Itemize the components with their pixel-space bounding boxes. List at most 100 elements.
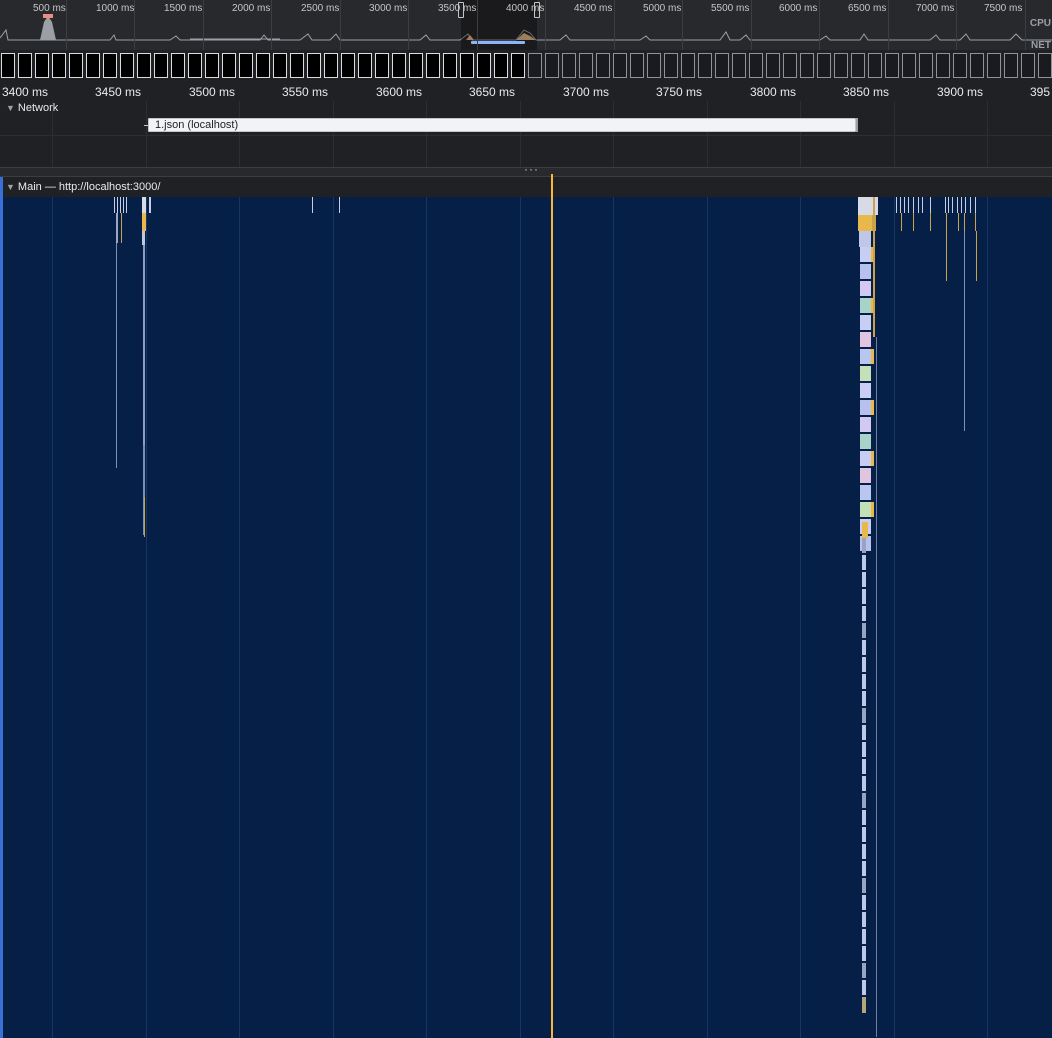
filmstrip-frame[interactable] [375, 53, 389, 78]
filmstrip-frame[interactable] [545, 53, 559, 78]
flame-entry[interactable] [123, 197, 124, 213]
main-flame-chart[interactable] [0, 197, 1052, 1038]
flame-entry[interactable] [948, 197, 949, 213]
filmstrip-frame[interactable] [698, 53, 712, 78]
filmstrip-frame[interactable] [885, 53, 899, 78]
flame-entry[interactable] [862, 810, 866, 825]
flame-entry[interactable] [918, 197, 919, 213]
flame-entry[interactable] [862, 963, 866, 978]
filmstrip-frame[interactable] [341, 53, 355, 78]
filmstrip-frame[interactable] [1038, 53, 1052, 78]
filmstrip-frame[interactable] [52, 53, 66, 78]
filmstrip-frame[interactable] [834, 53, 848, 78]
flame-entry[interactable] [339, 197, 340, 213]
filmstrip-frame[interactable] [18, 53, 32, 78]
flame-entry[interactable] [862, 572, 866, 587]
flame-entry[interactable] [117, 197, 118, 213]
flame-entry[interactable] [964, 213, 965, 231]
filmstrip-frame[interactable] [239, 53, 253, 78]
flame-entry[interactable] [120, 197, 121, 213]
flame-entry[interactable] [860, 332, 871, 347]
filmstrip-frame[interactable] [749, 53, 763, 78]
flame-entry[interactable] [862, 827, 866, 842]
flame-entry[interactable] [976, 231, 977, 281]
filmstrip-frame[interactable] [460, 53, 474, 78]
filmstrip-frame[interactable] [1, 53, 15, 78]
flame-entry[interactable] [862, 522, 868, 538]
network-request-bar[interactable]: 1.json (localhost) [148, 118, 856, 132]
filmstrip-frame[interactable] [664, 53, 678, 78]
filmstrip-frame[interactable] [290, 53, 304, 78]
flame-entry[interactable] [860, 451, 871, 466]
flame-entry[interactable] [860, 264, 871, 279]
flame-entry[interactable] [862, 793, 866, 808]
flame-entry[interactable] [871, 349, 874, 364]
flame-entry[interactable] [862, 980, 866, 995]
flame-entry[interactable] [144, 497, 145, 537]
filmstrip-frame[interactable] [443, 53, 457, 78]
flame-entry[interactable] [970, 197, 971, 213]
flame-entry[interactable] [862, 657, 866, 672]
filmstrip-frame[interactable] [511, 53, 525, 78]
flame-entry[interactable] [860, 383, 871, 398]
flame-entry[interactable] [862, 861, 866, 876]
flame-entry[interactable] [871, 502, 874, 517]
filmstrip-frame[interactable] [392, 53, 406, 78]
flame-entry[interactable] [312, 197, 313, 213]
flame-entry[interactable] [862, 776, 866, 791]
filmstrip-frame[interactable] [256, 53, 270, 78]
filmstrip-frame[interactable] [732, 53, 746, 78]
filmstrip-frame[interactable] [647, 53, 661, 78]
flame-entry[interactable] [862, 878, 866, 893]
filmstrip-frame[interactable] [681, 53, 695, 78]
filmstrip-frame[interactable] [970, 53, 984, 78]
flame-entry[interactable] [860, 247, 871, 262]
filmstrip-frame[interactable] [137, 53, 151, 78]
filmstrip-frame[interactable] [477, 53, 491, 78]
flame-entry[interactable] [862, 623, 866, 638]
flame-entry[interactable] [860, 434, 871, 449]
flame-entry[interactable] [930, 197, 931, 213]
flame-entry[interactable] [957, 197, 958, 213]
flame-entry[interactable] [126, 197, 127, 213]
flame-entry[interactable] [142, 231, 145, 245]
flame-entry[interactable] [116, 213, 118, 243]
collapse-triangle-icon[interactable]: ▼ [6, 103, 15, 113]
flame-entry[interactable] [860, 417, 871, 432]
flame-entry[interactable] [860, 502, 871, 517]
flame-entry[interactable] [964, 231, 965, 431]
filmstrip-frame[interactable] [307, 53, 321, 78]
flame-entry[interactable] [958, 213, 959, 231]
filmstrip-frame[interactable] [426, 53, 440, 78]
flame-entry[interactable] [975, 213, 976, 231]
flame-entry[interactable] [873, 197, 875, 337]
flame-entry[interactable] [862, 589, 866, 604]
flame-entry[interactable] [945, 197, 946, 213]
filmstrip-frame[interactable] [613, 53, 627, 78]
filmstrip-frame[interactable] [1004, 53, 1018, 78]
filmstrip-frame[interactable] [528, 53, 542, 78]
main-thread-header[interactable]: ▼ Main — http://localhost:3000/ [0, 177, 1052, 197]
filmstrip-frame[interactable] [766, 53, 780, 78]
flame-entry[interactable] [871, 451, 874, 466]
flame-entry[interactable] [904, 197, 905, 213]
filmstrip-frame[interactable] [86, 53, 100, 78]
flame-entry[interactable] [900, 197, 901, 213]
flame-entry[interactable] [862, 640, 866, 655]
filmstrip-frame[interactable] [409, 53, 423, 78]
filmstrip-frame[interactable] [358, 53, 372, 78]
flame-entry[interactable] [858, 215, 872, 231]
filmstrip-frame[interactable] [902, 53, 916, 78]
filmstrip-frame[interactable] [188, 53, 202, 78]
filmstrip-frame[interactable] [630, 53, 644, 78]
flame-entry[interactable] [965, 197, 966, 213]
flame-entry[interactable] [860, 366, 871, 381]
filmstrip-frame[interactable] [919, 53, 933, 78]
flame-entry[interactable] [860, 349, 871, 364]
flame-entry[interactable] [862, 912, 866, 927]
flame-entry[interactable] [142, 197, 146, 213]
flame-entry[interactable] [961, 197, 962, 213]
flame-entry[interactable] [862, 725, 866, 740]
flame-entry[interactable] [860, 400, 871, 415]
flame-entry[interactable] [862, 742, 866, 757]
